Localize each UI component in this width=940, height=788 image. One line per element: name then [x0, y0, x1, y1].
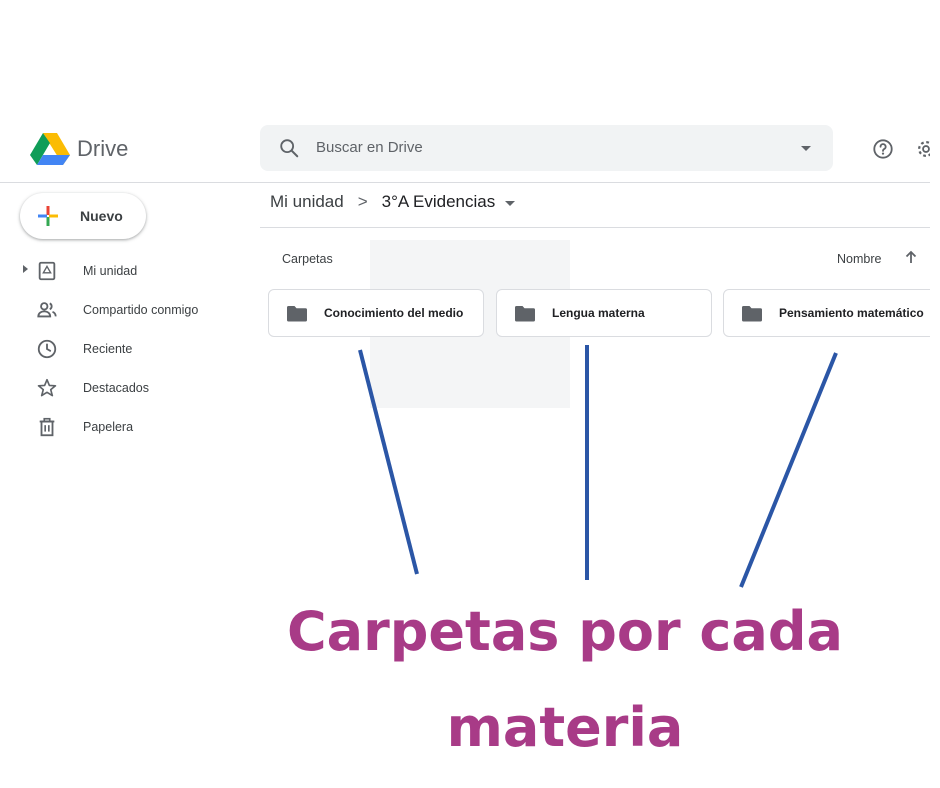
- arrow-line-left: [358, 349, 419, 575]
- caption-line-1: Carpetas por cada: [287, 600, 843, 663]
- caption-line-2: materia: [446, 696, 684, 759]
- arrow-line-right: [739, 352, 838, 588]
- annotation-arrows: [358, 345, 838, 588]
